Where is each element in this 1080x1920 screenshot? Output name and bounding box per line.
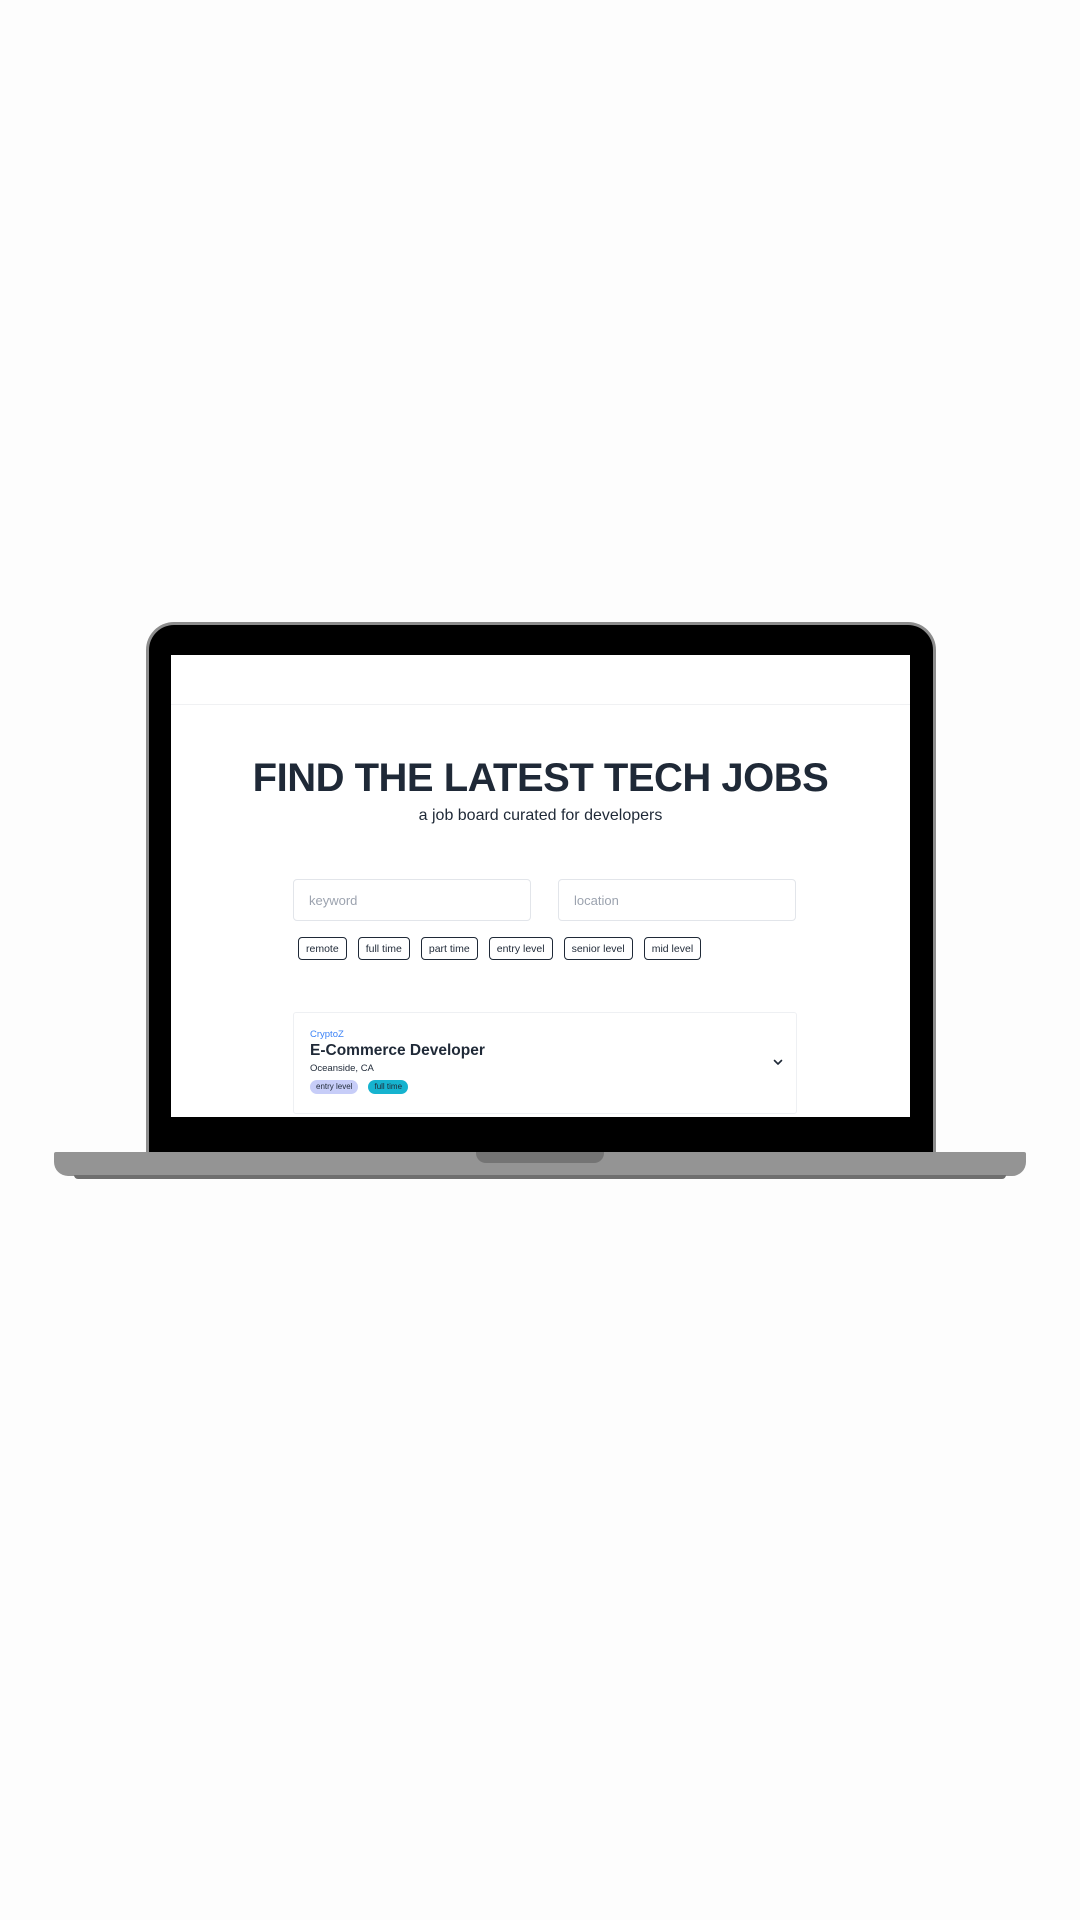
page-background: FIND THE LATEST TECH JOBS a job board cu… — [0, 0, 1080, 1920]
filter-full-time-button[interactable]: full time — [357, 937, 410, 960]
laptop-screen: FIND THE LATEST TECH JOBS a job board cu… — [171, 655, 910, 1117]
job-location: Oceanside, CA — [310, 1063, 374, 1074]
filter-remote-button[interactable]: remote — [298, 937, 347, 960]
filter-entry-level-button[interactable]: entry level — [488, 937, 553, 960]
job-card[interactable]: CryptoZ E-Commerce Developer Oceanside, … — [293, 1012, 797, 1114]
job-tags: entry level full time — [310, 1080, 409, 1094]
top-nav-bar — [171, 655, 910, 705]
page-title: FIND THE LATEST TECH JOBS — [252, 756, 829, 800]
job-tag-type: full time — [368, 1080, 409, 1094]
page-subtitle: a job board curated for developers — [418, 807, 663, 824]
laptop-notch — [476, 1152, 604, 1163]
laptop-base-foot — [74, 1175, 1006, 1179]
filter-senior-level-button[interactable]: senior level — [563, 937, 633, 960]
filter-part-time-button[interactable]: part time — [420, 937, 478, 960]
location-search-input[interactable] — [558, 879, 796, 921]
chevron-down-icon[interactable] — [771, 1055, 785, 1069]
job-company-link[interactable]: CryptoZ — [310, 1029, 344, 1040]
job-tag-level: entry level — [310, 1080, 359, 1094]
keyword-search-input[interactable] — [293, 879, 531, 921]
job-title: E-Commerce Developer — [310, 1042, 485, 1059]
filter-buttons: remote full time part time entry level s… — [298, 937, 702, 960]
filter-mid-level-button[interactable]: mid level — [643, 937, 702, 960]
